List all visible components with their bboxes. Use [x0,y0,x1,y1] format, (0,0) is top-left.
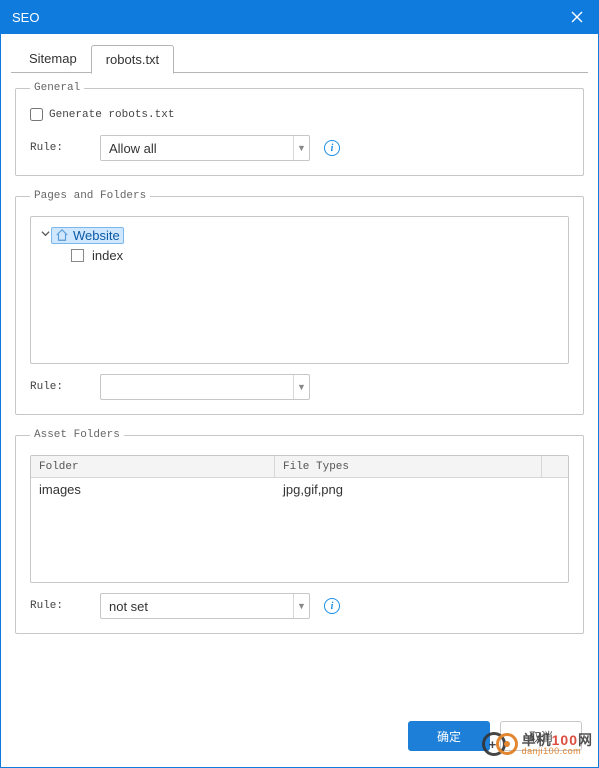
assets-rule-dropdown[interactable]: ▼ [293,594,309,618]
pages-rule-dropdown[interactable]: ▼ [293,375,309,399]
td-folder: images [31,482,275,497]
cancel-button[interactable]: 取消 [500,721,582,751]
legend-general: General [30,82,84,94]
tree-label-website: Website [73,228,120,243]
chevron-down-icon [41,229,50,238]
tab-robots[interactable]: robots.txt [91,45,174,74]
fieldset-general: General Generate robots.txt Rule: ▼ i [15,82,584,176]
assets-table[interactable]: Folder File Types images jpg,gif,png [30,455,569,583]
table-header: Folder File Types [31,456,568,478]
chevron-down-icon: ▼ [297,143,306,153]
tree-root-row: Website [39,225,560,245]
td-filetypes: jpg,gif,png [275,482,568,497]
tree-toggle[interactable] [39,229,51,241]
general-rule-dropdown[interactable]: ▼ [293,136,309,160]
pages-tree[interactable]: Website index [30,216,569,364]
info-icon[interactable]: i [324,598,340,614]
legend-assets: Asset Folders [30,429,124,441]
tab-sitemap[interactable]: Sitemap [15,45,91,74]
legend-pages: Pages and Folders [30,190,150,202]
fieldset-assets: Asset Folders Folder File Types images j… [15,429,584,634]
generate-row: Generate robots.txt [30,108,569,121]
pages-rule-combo[interactable]: ▼ [100,374,310,400]
th-filetypes[interactable]: File Types [275,456,542,477]
titlebar: SEO [0,0,599,34]
chevron-down-icon: ▼ [297,601,306,611]
pages-rule-input[interactable] [101,380,293,395]
th-folder[interactable]: Folder [31,456,275,477]
window-title: SEO [12,10,39,25]
general-rule-input[interactable] [101,141,293,156]
tree-node-website[interactable]: Website [51,227,124,244]
general-rule-label: Rule: [30,142,100,154]
assets-rule-row: Rule: ▼ i [30,593,569,619]
pages-rule-label: Rule: [30,381,100,393]
generate-checkbox[interactable] [30,108,43,121]
table-row[interactable]: images jpg,gif,png [31,478,568,500]
assets-rule-input[interactable] [101,599,293,614]
home-icon [55,228,69,242]
assets-rule-label: Rule: [30,600,100,612]
footer: 确定 取消 [1,709,598,767]
window-body: Sitemap robots.txt General Generate robo… [0,34,599,768]
tree-child-row: index [67,245,560,265]
tree-checkbox[interactable] [71,249,84,262]
tree-label-index: index [92,248,123,263]
close-button[interactable] [555,0,599,34]
general-rule-row: Rule: ▼ i [30,135,569,161]
assets-rule-combo[interactable]: ▼ [100,593,310,619]
tree-node-index[interactable]: index [67,247,127,264]
th-spacer [542,456,568,477]
info-icon[interactable]: i [324,140,340,156]
fieldset-pages: Pages and Folders Website index [15,190,584,415]
tab-bar: Sitemap robots.txt [1,34,598,73]
pages-rule-row: Rule: ▼ [30,374,569,400]
content-area: General Generate robots.txt Rule: ▼ i Pa… [1,74,598,709]
chevron-down-icon: ▼ [297,382,306,392]
generate-label: Generate robots.txt [49,109,174,121]
general-rule-combo[interactable]: ▼ [100,135,310,161]
ok-button[interactable]: 确定 [408,721,490,751]
close-icon [571,11,583,23]
